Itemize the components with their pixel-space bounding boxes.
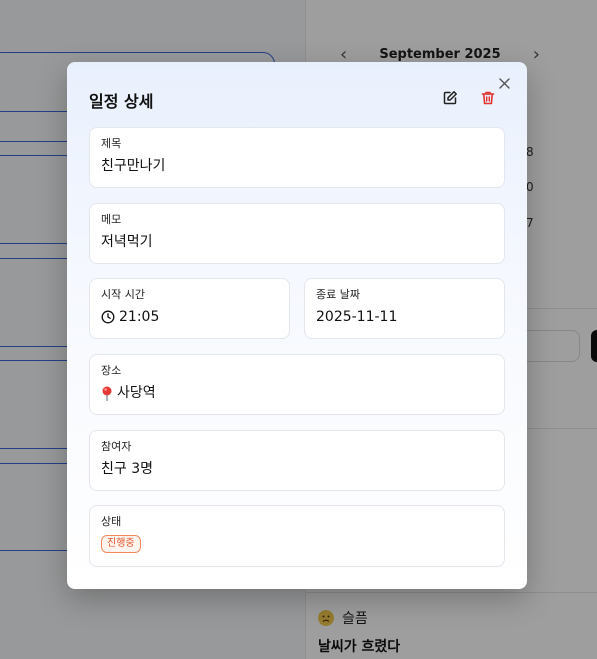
place-value: 사당역	[117, 385, 156, 401]
edit-icon	[443, 91, 457, 105]
title-label: 제목	[101, 137, 122, 150]
start-time-row: 21:05	[101, 308, 278, 326]
status-field: 상태 진행중	[89, 505, 505, 567]
memo-field: 메모 저녁먹기	[89, 203, 505, 264]
start-time-value: 21:05	[119, 309, 160, 325]
status-badge: 진행중	[101, 535, 141, 553]
close-button[interactable]	[495, 74, 513, 92]
participants-value: 친구 3명	[101, 461, 153, 477]
end-date-value: 2025-11-11	[316, 309, 398, 325]
place-field: 장소 사당역	[89, 354, 505, 415]
status-label: 상태	[101, 515, 122, 528]
clock-icon	[101, 310, 115, 324]
close-icon	[498, 77, 510, 89]
title-field: 제목 친구만나기	[89, 127, 505, 188]
start-time-field: 시작 시간 21:05	[89, 278, 290, 339]
place-row: 사당역	[101, 384, 493, 402]
place-label: 장소	[101, 364, 122, 377]
participants-field: 참여자 친구 3명	[89, 430, 505, 491]
modal-title: 일정 상세	[89, 92, 154, 111]
start-time-label: 시작 시간	[101, 288, 145, 301]
end-date-label: 종료 날짜	[316, 288, 360, 301]
memo-value: 저녁먹기	[101, 234, 153, 250]
edit-button[interactable]	[439, 87, 461, 109]
pin-icon	[102, 386, 112, 401]
memo-label: 메모	[101, 213, 122, 226]
participants-label: 참여자	[101, 440, 132, 453]
event-detail-modal: 일정 상세 제목 친구만나기 메모 저녁먹기 시작 시간 21:05 종료 날짜…	[67, 62, 527, 589]
end-date-field: 종료 날짜 2025-11-11	[304, 278, 505, 339]
trash-icon	[481, 91, 495, 105]
title-value: 친구만나기	[101, 158, 166, 174]
